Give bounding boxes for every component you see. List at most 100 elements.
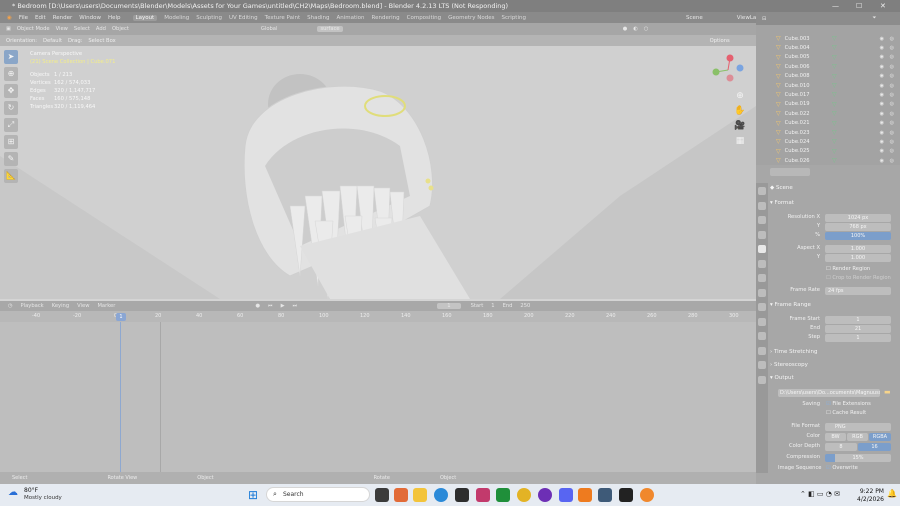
- frame-start-field[interactable]: 1: [825, 316, 891, 324]
- axis-x-icon[interactable]: [736, 64, 744, 72]
- shading-solid-icon[interactable]: ●: [623, 26, 628, 32]
- minimize-icon[interactable]: —: [832, 0, 839, 12]
- end-field[interactable]: 250: [520, 303, 530, 309]
- visibility-icons[interactable]: ◉ ◎: [880, 139, 896, 145]
- filter-icon[interactable]: ⊟: [762, 16, 766, 22]
- select-box-selector[interactable]: Select Box: [88, 38, 115, 44]
- outliner-row[interactable]: ▽ Cube.026 ▽ ◉ ◎: [776, 156, 898, 165]
- visibility-icons[interactable]: ◉ ◎: [880, 64, 896, 70]
- properties-tab-icon[interactable]: [758, 201, 766, 210]
- output-panel-header[interactable]: ▾ Output: [770, 375, 898, 381]
- file-extensions-checkbox[interactable]: ☑ File Extensions: [826, 401, 871, 407]
- editor-type-icon[interactable]: ▣: [6, 26, 11, 32]
- color-rgba-button[interactable]: RGBA: [869, 433, 891, 441]
- time-stretching-panel-header[interactable]: › Time Stretching: [770, 349, 898, 355]
- properties-tab-icon[interactable]: [758, 245, 766, 253]
- cache-result-checkbox[interactable]: ☐ Cache Result: [826, 410, 866, 416]
- outliner-row[interactable]: ▽ Cube.025 ▽ ◉ ◎: [776, 147, 898, 156]
- clock-time[interactable]: 9:22 PM: [852, 488, 884, 495]
- chrome-icon[interactable]: [517, 488, 531, 502]
- resolution-pct-field[interactable]: 100%: [825, 232, 891, 240]
- timeline-area[interactable]: [0, 322, 756, 472]
- axis-y-icon[interactable]: [712, 68, 720, 76]
- visibility-icons[interactable]: ◉ ◎: [880, 92, 896, 98]
- file-explorer-icon[interactable]: [413, 488, 427, 502]
- menu-view[interactable]: View: [56, 26, 68, 32]
- menu-object[interactable]: Object: [112, 26, 129, 32]
- menu-select[interactable]: Select: [74, 26, 90, 32]
- record-icon[interactable]: ●: [255, 303, 260, 309]
- menu-add[interactable]: Add: [96, 26, 106, 32]
- visibility-icons[interactable]: ◉ ◎: [880, 148, 896, 154]
- tab-shading[interactable]: Shading: [307, 15, 329, 21]
- color-bw-button[interactable]: BW: [825, 433, 846, 441]
- overwrite-checkbox[interactable]: ☑ Overwrite: [826, 465, 858, 471]
- blender-taskbar-icon[interactable]: [640, 488, 654, 502]
- depth-8-button[interactable]: 8: [825, 443, 857, 451]
- menu-help[interactable]: Help: [108, 15, 121, 21]
- properties-tab-icon[interactable]: [758, 346, 766, 355]
- funnel-icon[interactable]: ⏷: [872, 15, 876, 22]
- tab-layout[interactable]: Layout: [132, 14, 158, 21]
- maximize-icon[interactable]: ☐: [856, 0, 862, 12]
- properties-tab-icon[interactable]: [758, 230, 766, 239]
- options-button[interactable]: Options: [710, 38, 730, 44]
- navigation-gizmo[interactable]: ⊕ ✋ 🎥 ▦: [706, 50, 752, 150]
- task-view-icon[interactable]: [375, 488, 389, 502]
- app-icon[interactable]: [476, 488, 490, 502]
- windows-start-icon[interactable]: ⊞: [248, 488, 258, 502]
- menu-edit[interactable]: Edit: [35, 15, 46, 21]
- visibility-icons[interactable]: ◉ ◎: [880, 83, 896, 89]
- vlc-icon[interactable]: [578, 488, 592, 502]
- copilot-icon[interactable]: [394, 488, 408, 502]
- properties-tab-icon[interactable]: [758, 317, 766, 326]
- properties-tab-icon[interactable]: [758, 187, 766, 195]
- format-panel-header[interactable]: ▾ Format: [770, 200, 898, 206]
- measure-tool-icon[interactable]: 📐: [4, 169, 18, 183]
- outliner-row[interactable]: ▽ Cube.023 ▽ ◉ ◎: [776, 128, 898, 137]
- current-frame-field[interactable]: 1: [437, 303, 461, 309]
- properties-tab-icon[interactable]: [758, 274, 766, 282]
- resolution-x-field[interactable]: 1024 px: [825, 214, 891, 222]
- steam-icon[interactable]: [598, 488, 612, 502]
- outliner-row[interactable]: ▽ Cube.005 ▽ ◉ ◎: [776, 53, 898, 62]
- zoom-icon[interactable]: ⊕: [736, 91, 744, 101]
- timeline-editor-icon[interactable]: ◷: [8, 303, 13, 309]
- visibility-icons[interactable]: ◉ ◎: [880, 158, 896, 164]
- visibility-icons[interactable]: ◉ ◎: [880, 73, 896, 79]
- shading-rendered-icon[interactable]: ○: [644, 26, 649, 32]
- outliner-row[interactable]: ▽ Cube.004 ▽ ◉ ◎: [776, 43, 898, 52]
- notification-bell-icon[interactable]: 🔔: [887, 489, 897, 498]
- outliner-row[interactable]: ▽ Cube.008 ▽ ◉ ◎: [776, 72, 898, 81]
- tab-compositing[interactable]: Compositing: [407, 15, 441, 21]
- close-icon[interactable]: ✕: [880, 0, 886, 12]
- folder-icon[interactable]: ▬: [884, 388, 891, 396]
- grid-view-icon[interactable]: ▦: [736, 136, 745, 146]
- visibility-icons[interactable]: ◉ ◎: [880, 45, 896, 51]
- shading-material-icon[interactable]: ◐: [633, 26, 638, 32]
- start-field[interactable]: 1: [491, 303, 494, 309]
- frame-rate-selector[interactable]: 24 fps: [825, 287, 891, 295]
- cursor-tool-icon[interactable]: ⊕: [4, 67, 18, 81]
- menu-render[interactable]: Render: [53, 15, 73, 21]
- outliner-row[interactable]: ▽ Cube.021 ▽ ◉ ◎: [776, 119, 898, 128]
- properties-tab-icon[interactable]: [758, 288, 766, 297]
- axis-z-icon[interactable]: [726, 54, 734, 62]
- visibility-icons[interactable]: ◉ ◎: [880, 111, 896, 117]
- properties-tab-icon[interactable]: [758, 216, 766, 224]
- frame-range-panel-header[interactable]: ▾ Frame Range: [770, 302, 898, 308]
- menu-playback[interactable]: Playback: [21, 303, 44, 309]
- play-icon[interactable]: ▶: [281, 303, 285, 309]
- menu-marker[interactable]: Marker: [97, 303, 115, 309]
- pan-hand-icon[interactable]: ✋: [734, 104, 745, 116]
- rotate-tool-icon[interactable]: ↻: [4, 101, 18, 115]
- tab-scripting[interactable]: Scripting: [502, 15, 526, 21]
- outliner-row[interactable]: ▽ Cube.006 ▽ ◉ ◎: [776, 62, 898, 71]
- visibility-icons[interactable]: ◉ ◎: [880, 120, 896, 126]
- outliner-row[interactable]: ▽ Cube.017 ▽ ◉ ◎: [776, 90, 898, 99]
- properties-tab-icon[interactable]: [758, 303, 766, 311]
- store-icon[interactable]: [455, 488, 469, 502]
- terminal-icon[interactable]: [619, 488, 633, 502]
- aspect-y-field[interactable]: 1.000: [825, 254, 891, 262]
- taskbar-search-box[interactable]: ⌕ Search: [266, 487, 370, 502]
